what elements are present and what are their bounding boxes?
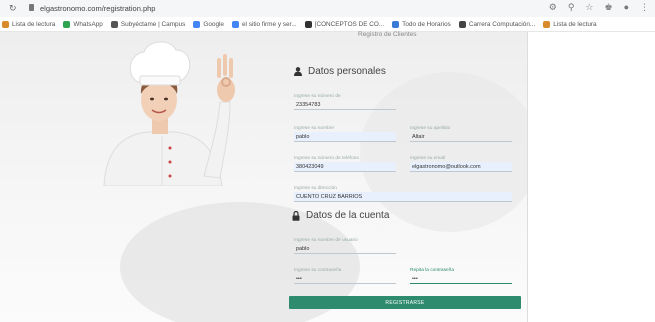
- bookmark-favicon-icon: [304, 20, 312, 28]
- bookmark-label: Subyéctame | Campus: [120, 20, 186, 28]
- bookmark-item[interactable]: Lista de lectura: [2, 20, 56, 28]
- page-title: Registro de Clientes: [358, 31, 417, 38]
- chef-illustration: [103, 41, 235, 186]
- bookmark-label: Lista de lectura: [12, 20, 56, 28]
- bookmark-label: Carrera Computación...: [468, 20, 536, 28]
- account-data-header: Datos de la cuenta: [292, 210, 389, 221]
- username-input[interactable]: pablo: [294, 244, 396, 254]
- last-name-label: Ingrese su apellido: [410, 126, 451, 131]
- bookmark-label: el sitio firme y ser...: [241, 20, 297, 28]
- url-text[interactable]: elgastronomo.com/registration.php: [40, 4, 155, 13]
- browser-actions: ⚙ ⚲ ☆ ♚ ● ⋮: [549, 2, 649, 13]
- username-label: Ingrese su nombre de usuario: [294, 238, 358, 243]
- repeat-password-input[interactable]: •••: [410, 274, 512, 284]
- address-input[interactable]: CUENTO CRUZ BARRIOS: [294, 192, 512, 202]
- bookmark-favicon-icon: [63, 20, 71, 28]
- register-button[interactable]: REGISTRARSE: [289, 296, 521, 309]
- phone-input[interactable]: 380423049: [294, 162, 396, 172]
- extensions-icon[interactable]: ♚: [604, 2, 612, 13]
- email-input[interactable]: elgastronomo@outlook.com: [410, 162, 512, 172]
- email-label: Ingrese su email: [410, 156, 446, 161]
- password-input[interactable]: •••: [294, 274, 396, 284]
- user-icon: [294, 67, 302, 76]
- first-name-label: Ingrese su nombre: [294, 126, 334, 131]
- section-title: Datos personales: [308, 66, 386, 77]
- bookmark-item[interactable]: el sitio firme y ser...: [231, 20, 297, 28]
- bookmark-favicon-icon: [543, 20, 551, 28]
- browser-address-bar: ↻ elgastronomo.com/registration.php ⚙ ⚲ …: [0, 0, 655, 18]
- bookmark-favicon-icon: [110, 20, 118, 28]
- bookmark-label: [CONCEPTOS DE CO...: [314, 20, 385, 28]
- section-title: Datos de la cuenta: [306, 210, 390, 221]
- profile-icon[interactable]: ●: [624, 2, 629, 13]
- address-label: Ingrese su dirección: [294, 186, 337, 191]
- repeat-password-label: Repita la contraseña: [410, 268, 454, 273]
- phone-label: Ingrese su número de teléfono: [294, 156, 360, 161]
- bookmark-label: Lista de lectura: [553, 20, 597, 28]
- bookmark-label: WhatsApp: [73, 20, 103, 28]
- star-icon[interactable]: ☆: [585, 2, 593, 13]
- lock-icon: [292, 210, 300, 221]
- key-icon[interactable]: ⚙: [549, 2, 557, 13]
- right-panel: [527, 32, 655, 322]
- document-number-label: Ingrese su número de: [294, 94, 341, 99]
- bookmark-favicon-icon: [458, 20, 466, 28]
- bookmark-label: Todo de Horarios: [402, 20, 451, 28]
- bookmark-item[interactable]: Todo de Horarios: [392, 20, 451, 28]
- bookmark-item[interactable]: WhatsApp: [63, 20, 103, 28]
- bookmark-label: Google: [203, 20, 224, 28]
- bookmark-item[interactable]: [CONCEPTOS DE CO...: [304, 20, 385, 28]
- document-number-input[interactable]: 23354783: [294, 100, 396, 110]
- menu-icon[interactable]: ⋮: [640, 2, 649, 13]
- personal-data-header: Datos personales: [294, 66, 386, 77]
- bookmark-favicon-icon: [2, 20, 9, 28]
- registration-form: Datos personales Ingrese su número de 23…: [286, 46, 526, 316]
- bookmark-item[interactable]: Lista de lectura: [543, 20, 597, 28]
- last-name-input[interactable]: Altair: [410, 132, 512, 142]
- bookmark-item[interactable]: Subyéctame | Campus: [110, 20, 186, 28]
- bookmark-favicon-icon: [193, 20, 201, 28]
- lock-icon[interactable]: [29, 4, 34, 11]
- first-name-input[interactable]: pablo: [294, 132, 396, 142]
- bookmark-favicon-icon: [231, 20, 239, 28]
- bookmark-item[interactable]: Google: [193, 20, 224, 28]
- password-label: Ingrese su contraseña: [294, 268, 342, 273]
- bookmark-item[interactable]: Carrera Computación...: [458, 20, 536, 28]
- reload-icon[interactable]: ↻: [9, 3, 17, 14]
- zoom-icon[interactable]: ⚲: [568, 2, 575, 13]
- bookmarks-bar: Lista de lectura WhatsApp Subyéctame | Cam…: [0, 17, 655, 32]
- bookmark-favicon-icon: [392, 20, 400, 28]
